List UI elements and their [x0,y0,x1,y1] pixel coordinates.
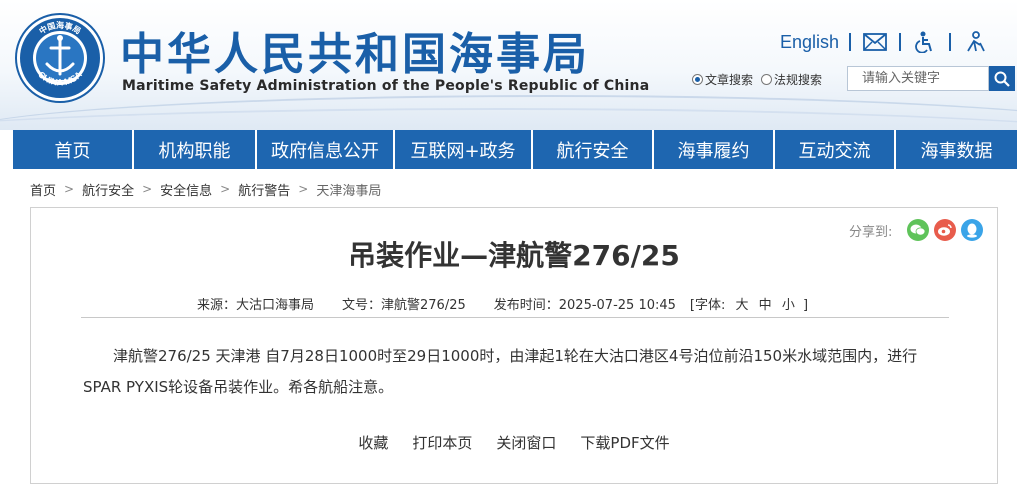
chevron-right-icon: > [298,182,309,196]
nav-item-compliance[interactable]: 海事履约 [654,130,775,169]
accessibility-icon[interactable] [911,30,939,54]
article-panel: 分享到: 吊装作业—津航警276/25 来源：大沽口海事局 文号：津航警276/… [30,207,998,484]
breadcrumb-item[interactable]: 航行警告 [238,180,290,199]
nav-item-gov-info[interactable]: 政府信息公开 [257,130,395,169]
radio-icon[interactable] [761,73,773,85]
breadcrumb-item[interactable]: 航行安全 [82,180,134,199]
english-link[interactable]: English [780,32,839,53]
font-size-switcher: [字体: 大 中 小 ] [690,294,808,313]
elder-care-icon[interactable] [961,30,989,54]
article-publish-time: 发布时间：2025-07-25 10:45 [493,297,676,313]
article-body: 津航警276/25 天津港 自7月28日1000时至29日1000时，由津起1轮… [83,347,918,396]
top-links: English [780,28,989,56]
article-source: 来源：大沽口海事局 [197,297,315,313]
site-header: 中国海事局 CHINA MSA 中华人民共和国海事局 Maritime Safe… [0,0,1017,130]
favorite-button[interactable]: 收藏 [358,432,388,453]
divider [949,33,952,51]
msa-logo[interactable]: 中国海事局 CHINA MSA [14,12,106,104]
search-option-article[interactable]: 文章搜索 [692,71,753,88]
divider [849,33,852,51]
article-title: 吊装作业—津航警276/25 [348,239,680,272]
divider [899,33,902,51]
logo-text-bottom: CHINA MSA [36,69,84,88]
logo-text-top: 中国海事局 [37,20,82,36]
article-doc-number: 文号：津航警276/25 [342,297,466,313]
font-size-close: ] [802,297,809,313]
svg-text:中国海事局: 中国海事局 [37,20,82,36]
search-input[interactable]: 请输入关键字 [847,66,989,91]
breadcrumb-item[interactable]: 安全信息 [160,180,212,199]
site-title: 中华人民共和国海事局 [120,29,590,80]
close-window-button[interactable]: 关闭窗口 [496,432,556,453]
font-size-label: [字体: [689,297,726,313]
search-option-regulation[interactable]: 法规搜索 [761,71,822,88]
search-options: 文章搜索 法规搜索 [692,67,830,91]
article-actions: 收藏 打印本页 关闭窗口 下载PDF文件 [31,432,997,453]
chevron-right-icon: > [220,182,231,196]
nav-item-home[interactable]: 首页 [13,130,134,169]
search-button[interactable] [989,66,1015,91]
nav-item-functions[interactable]: 机构职能 [134,130,257,169]
download-pdf-button[interactable]: 下载PDF文件 [580,432,669,453]
chevron-right-icon: > [142,182,153,196]
nav-item-data[interactable]: 海事数据 [896,130,1017,169]
font-size-small[interactable]: 小 [782,298,795,313]
breadcrumb-item[interactable]: 首页 [30,180,56,199]
font-size-medium[interactable]: 中 [759,298,772,313]
meta-divider [81,317,949,318]
breadcrumb: 首页 > 航行安全 > 安全信息 > 航行警告 > 天津海事局 [30,180,381,199]
nav-item-navigation-safety[interactable]: 航行安全 [533,130,654,169]
search-icon [994,71,1010,87]
search-option-label: 法规搜索 [774,72,823,87]
site-subtitle: Maritime Safety Administration of the Pe… [122,78,650,94]
svg-text:CHINA MSA: CHINA MSA [36,69,84,88]
breadcrumb-current[interactable]: 天津海事局 [316,180,381,199]
article-meta: 来源：大沽口海事局 文号：津航警276/25 发布时间：2025-07-25 1… [197,294,808,313]
print-button[interactable]: 打印本页 [412,432,472,453]
nav-item-internet-gov[interactable]: 互联网+政务 [395,130,533,169]
main-nav: 首页 机构职能 政府信息公开 互联网+政务 航行安全 海事履约 互动交流 海事数… [13,130,1017,169]
mail-icon[interactable] [861,30,889,54]
font-size-large[interactable]: 大 [736,298,749,313]
chevron-right-icon: > [64,182,75,196]
search-option-label: 文章搜索 [705,72,754,87]
nav-item-interaction[interactable]: 互动交流 [775,130,896,169]
radio-selected-icon[interactable] [692,73,703,85]
